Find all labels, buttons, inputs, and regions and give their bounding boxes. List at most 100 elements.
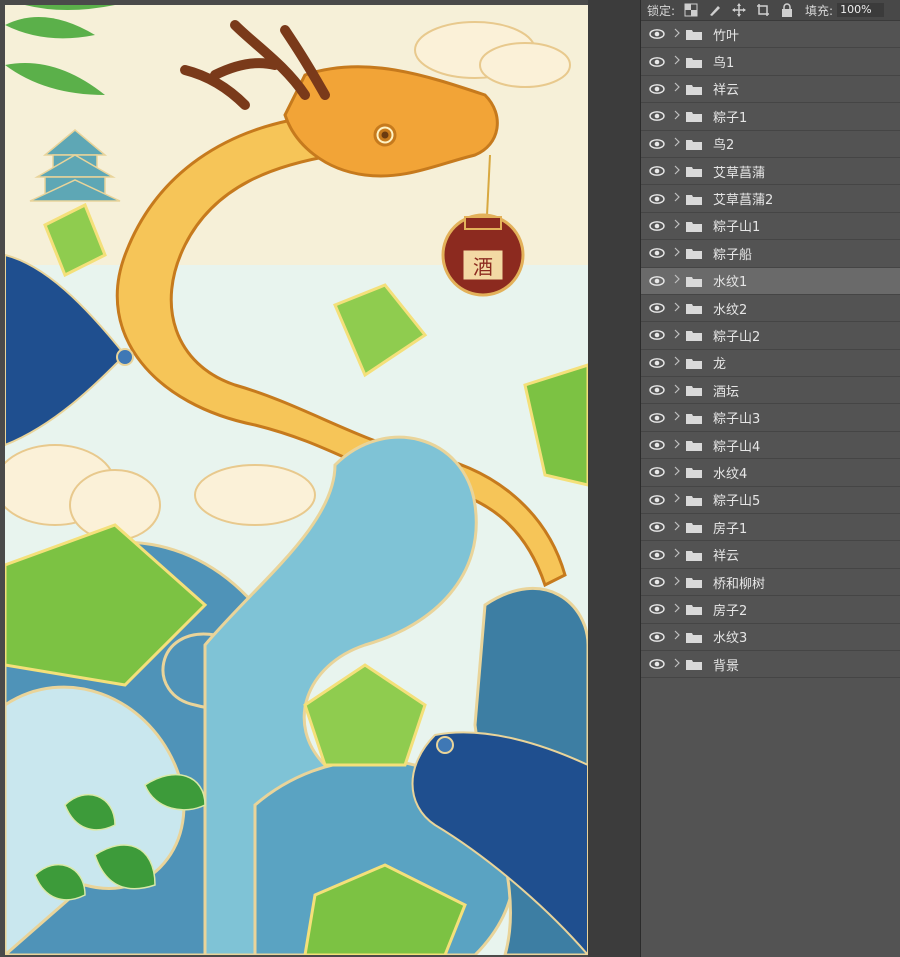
eye-icon[interactable]: [641, 193, 673, 204]
layer-row[interactable]: 水纹3: [641, 623, 900, 651]
eye-icon[interactable]: [641, 111, 673, 122]
layer-row[interactable]: 粽子1: [641, 103, 900, 131]
eye-icon[interactable]: [641, 330, 673, 341]
layer-name: 水纹4: [713, 466, 748, 482]
layer-row[interactable]: 粽子山1: [641, 212, 900, 241]
document-canvas-area[interactable]: 酒: [0, 0, 640, 957]
layer-row[interactable]: 粽子山5: [641, 486, 900, 515]
layer-name: 背景: [713, 658, 740, 674]
layer-row[interactable]: 祥云: [641, 75, 900, 104]
layers-panel: 锁定: 填充: 100% 竹叶 鸟1 祥云 粽子1 鸟2 艾草菖蒲 艾草菖蒲2 粽子山1 粽子船…: [640, 0, 900, 957]
layer-row[interactable]: 艾草菖蒲: [641, 157, 900, 186]
chevron-right-icon[interactable]: [673, 28, 685, 41]
chevron-right-icon[interactable]: [673, 384, 685, 397]
layer-lock-bar: 锁定: 填充: 100%: [641, 0, 900, 21]
eye-icon[interactable]: [641, 549, 673, 560]
chevron-right-icon[interactable]: [673, 548, 685, 561]
layer-row[interactable]: 房子2: [641, 596, 900, 624]
eye-icon[interactable]: [641, 631, 673, 642]
eye-icon[interactable]: [641, 29, 673, 40]
layer-row[interactable]: 艾草菖蒲2: [641, 185, 900, 213]
chevron-right-icon[interactable]: [673, 247, 685, 260]
eye-icon[interactable]: [641, 412, 673, 423]
eye-icon[interactable]: [641, 577, 673, 587]
layer-name: 粽子山2: [713, 329, 761, 345]
chevron-right-icon[interactable]: [673, 603, 685, 616]
chevron-right-icon[interactable]: [673, 329, 685, 342]
chevron-right-icon[interactable]: [673, 356, 685, 369]
lock-all-icon[interactable]: [779, 2, 795, 18]
chevron-right-icon[interactable]: [673, 439, 685, 452]
eye-icon[interactable]: [641, 659, 673, 670]
layer-row[interactable]: 房子1: [641, 514, 900, 542]
eye-icon[interactable]: [641, 56, 673, 67]
layer-row[interactable]: 粽子山2: [641, 322, 900, 350]
canvas-panel-gutter: [588, 0, 640, 957]
layer-row[interactable]: 竹叶: [641, 21, 900, 49]
layer-row[interactable]: 粽子山4: [641, 431, 900, 460]
layer-name: 粽子船: [713, 247, 753, 263]
lock-image-pixels-icon[interactable]: [707, 2, 723, 18]
folder-icon: [685, 411, 705, 425]
folder-icon: [685, 137, 705, 151]
chevron-right-icon[interactable]: [673, 192, 685, 205]
chevron-right-icon[interactable]: [673, 576, 685, 589]
chevron-right-icon[interactable]: [673, 630, 685, 643]
eye-icon[interactable]: [641, 440, 673, 450]
eye-icon[interactable]: [641, 221, 673, 231]
folder-icon: [685, 657, 705, 671]
layer-row[interactable]: 鸟2: [641, 130, 900, 158]
eye-icon[interactable]: [641, 604, 673, 615]
chevron-right-icon[interactable]: [673, 466, 685, 479]
lock-artboard-icon[interactable]: [755, 2, 771, 18]
layer-name: 水纹3: [713, 631, 748, 647]
eye-icon[interactable]: [641, 166, 673, 177]
layer-row[interactable]: 背景: [641, 650, 900, 679]
eye-icon[interactable]: [641, 522, 673, 533]
layer-row[interactable]: 酒坛: [641, 377, 900, 405]
eye-icon[interactable]: [641, 248, 673, 259]
layer-row[interactable]: 水纹2: [641, 294, 900, 323]
eye-icon[interactable]: [641, 303, 673, 313]
dragon-boat-illustration[interactable]: 酒: [5, 5, 588, 955]
eye-icon[interactable]: [641, 357, 673, 368]
layer-row[interactable]: 粽子山3: [641, 404, 900, 432]
eye-icon[interactable]: [641, 84, 673, 94]
lock-position-icon[interactable]: [731, 2, 747, 18]
eye-icon[interactable]: [641, 275, 673, 286]
chevron-right-icon[interactable]: [673, 110, 685, 123]
layer-name: 房子2: [713, 603, 748, 619]
chevron-right-icon[interactable]: [673, 219, 685, 232]
eye-icon[interactable]: [641, 494, 673, 505]
layer-name: 桥和柳树: [713, 576, 766, 592]
layer-row[interactable]: 鸟1: [641, 48, 900, 76]
eye-icon[interactable]: [641, 385, 673, 396]
folder-icon: [685, 465, 705, 479]
folder-icon: [685, 219, 705, 233]
folder-icon: [685, 192, 705, 206]
chevron-right-icon[interactable]: [673, 274, 685, 287]
layer-row[interactable]: 祥云: [641, 541, 900, 569]
fill-opacity-input[interactable]: 100%: [837, 3, 885, 17]
eye-icon[interactable]: [641, 467, 673, 478]
chevron-right-icon[interactable]: [673, 165, 685, 178]
layer-row[interactable]: 水纹4: [641, 459, 900, 487]
chevron-right-icon[interactable]: [673, 302, 685, 315]
chevron-right-icon[interactable]: [673, 55, 685, 68]
folder-icon: [685, 383, 705, 397]
layer-row[interactable]: 水纹1: [641, 267, 900, 295]
layer-row[interactable]: 桥和柳树: [641, 568, 900, 597]
layer-row[interactable]: 粽子船: [641, 240, 900, 268]
chevron-right-icon[interactable]: [673, 411, 685, 424]
eye-icon[interactable]: [641, 138, 673, 149]
chevron-right-icon[interactable]: [673, 658, 685, 671]
layer-list: 竹叶 鸟1 祥云 粽子1 鸟2 艾草菖蒲 艾草菖蒲2 粽子山1 粽子船 水纹1 水纹2 粽子山2 龙酒坛…: [641, 21, 900, 679]
chevron-right-icon[interactable]: [673, 521, 685, 534]
layer-row[interactable]: 龙: [641, 349, 900, 378]
lock-transparent-pixels-icon[interactable]: [683, 2, 699, 18]
folder-icon: [685, 575, 705, 589]
chevron-right-icon[interactable]: [673, 493, 685, 506]
chevron-right-icon[interactable]: [673, 137, 685, 150]
layer-name: 鸟1: [713, 56, 735, 72]
chevron-right-icon[interactable]: [673, 82, 685, 95]
